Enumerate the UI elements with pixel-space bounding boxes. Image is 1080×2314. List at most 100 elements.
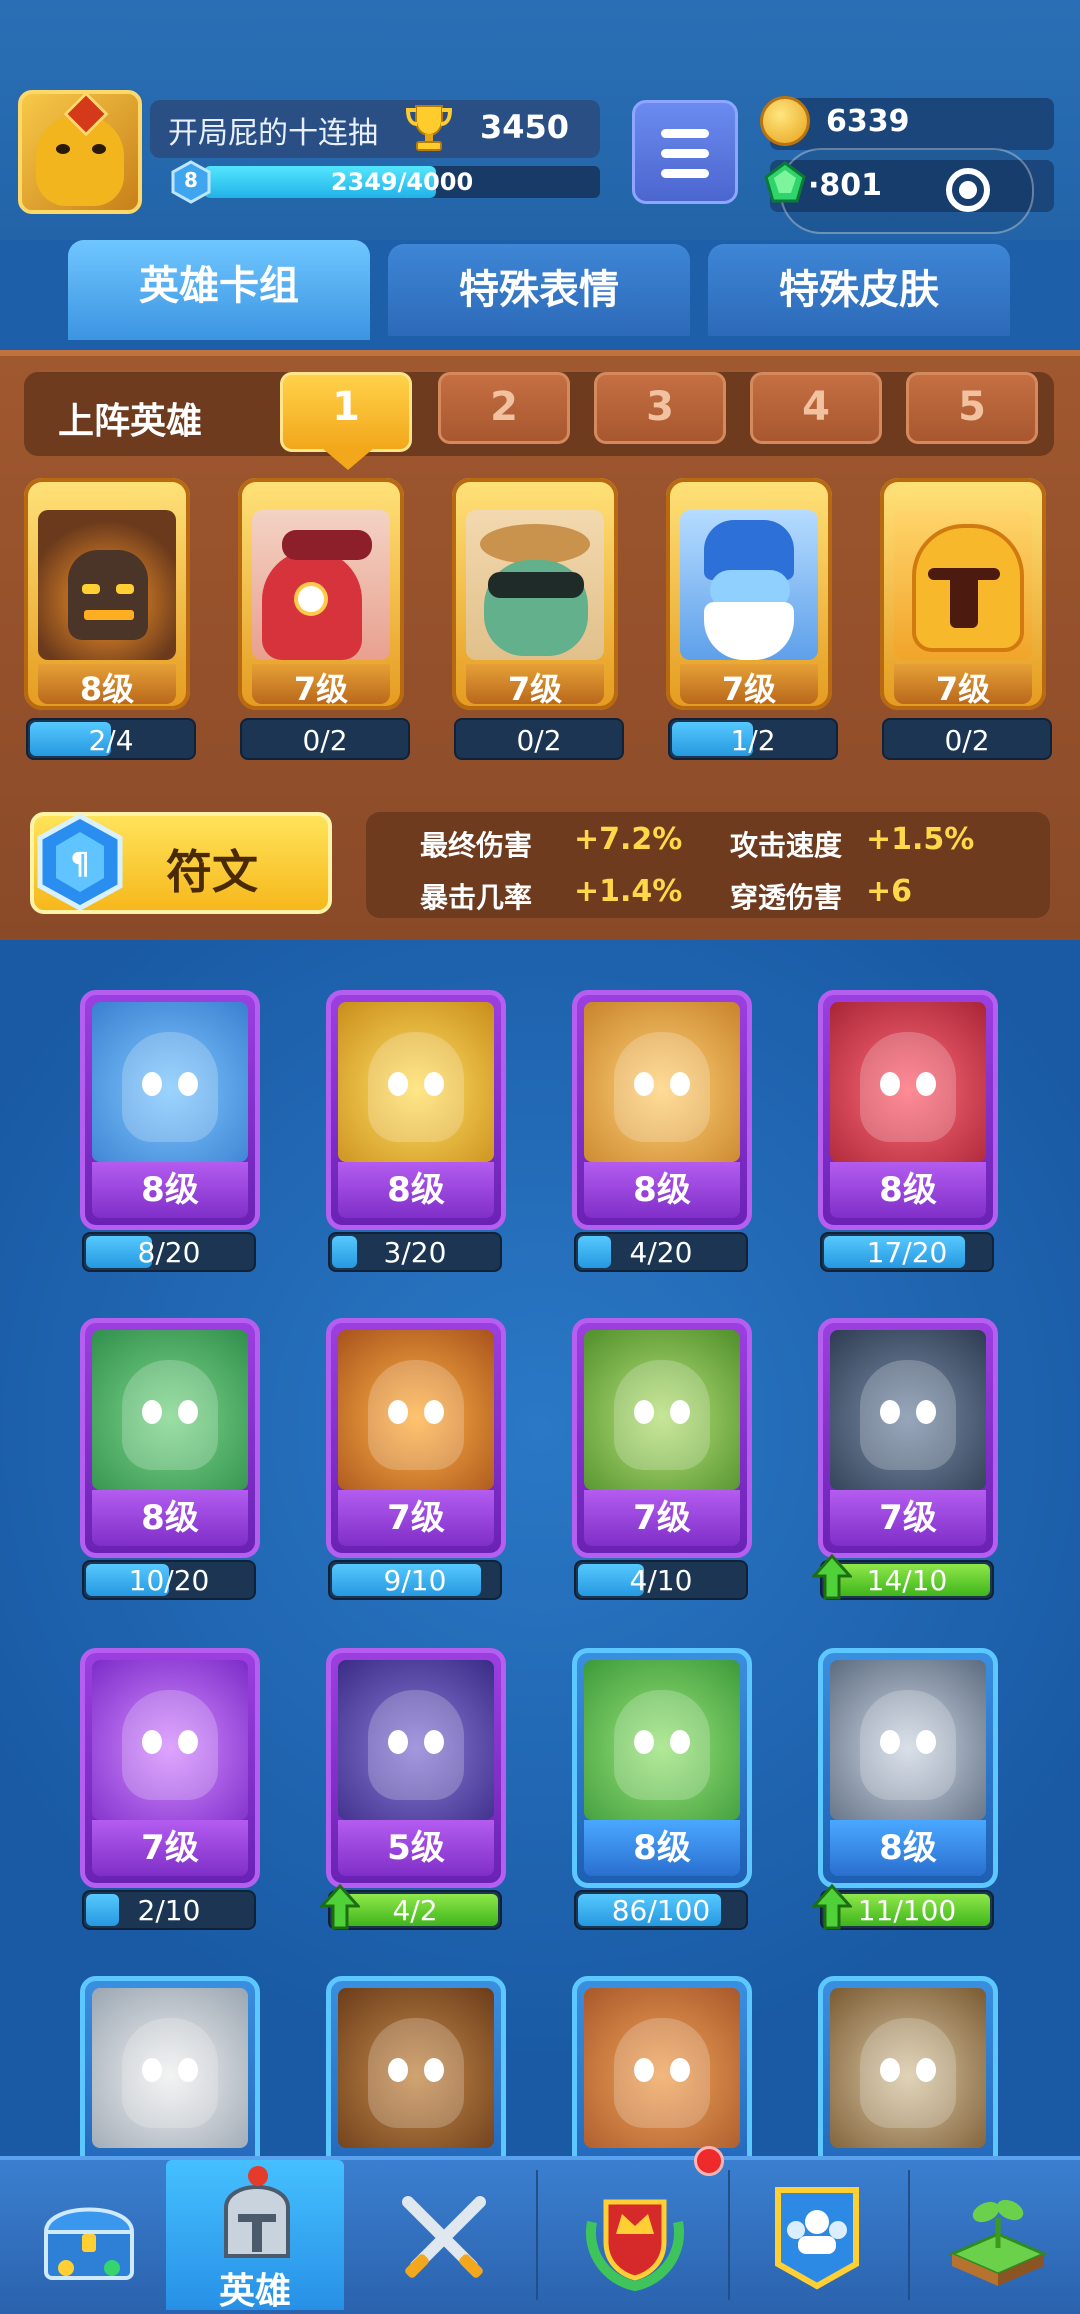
- menu-icon-line: [661, 129, 709, 138]
- lineup-progress-bar: 1/2: [668, 718, 838, 760]
- gem-amount: ·801: [808, 168, 883, 203]
- upgrade-arrow-icon: [812, 1884, 852, 1930]
- lineup-hero-card[interactable]: 7级: [660, 470, 838, 720]
- nav-shop[interactable]: [0, 2160, 178, 2310]
- stat-name: 攻击速度: [730, 829, 843, 862]
- masked-frog-portrait: [466, 510, 604, 660]
- hero-level: 7级: [680, 664, 818, 708]
- menu-button[interactable]: [632, 100, 738, 204]
- hero-level: 8级: [584, 1162, 740, 1218]
- hero-level: 8级: [338, 1162, 494, 1218]
- stat-value: +6: [866, 874, 913, 909]
- stat-value: +7.2%: [574, 822, 683, 857]
- hero-level: 7级: [584, 1490, 740, 1546]
- card-progress-text: 2/10: [137, 1894, 201, 1927]
- player-level: 8: [184, 168, 198, 192]
- card-progress-bar: 3/20: [328, 1232, 502, 1272]
- lineup-progress-text: 0/2: [302, 724, 348, 757]
- hero-card[interactable]: 5级: [326, 1648, 506, 1898]
- hero-level: 7级: [92, 1820, 248, 1876]
- notification-badge: [694, 2146, 724, 2176]
- robot-hero-portrait: [830, 1002, 986, 1162]
- hero-card[interactable]: 7级: [818, 1318, 998, 1568]
- rune-label: 符文: [166, 845, 258, 899]
- lineup-slot-1[interactable]: 1: [280, 372, 412, 452]
- card-progress-bar: 86/100: [574, 1890, 748, 1930]
- ranger-hero-portrait: [584, 1330, 740, 1490]
- stat-value: +1.4%: [574, 874, 683, 909]
- hero-level: 8级: [38, 664, 176, 708]
- tab-special-emotes[interactable]: 特殊表情: [388, 244, 690, 336]
- skull-mage-hero-portrait: [92, 1660, 248, 1820]
- lineup-hero-card[interactable]: 7级: [874, 470, 1052, 720]
- hero-level: 7级: [830, 1490, 986, 1546]
- card-progress-text: 4/20: [629, 1236, 693, 1269]
- lineup-slot-5[interactable]: 5: [906, 372, 1038, 444]
- card-progress-bar: 4/10: [574, 1560, 748, 1600]
- spartan-helmet-portrait: [894, 510, 1032, 660]
- hero-card[interactable]: 8级: [572, 990, 752, 1240]
- helmet-hero-portrait: [830, 1660, 986, 1820]
- card-progress-bar: 17/20: [820, 1232, 994, 1272]
- snake-charmer-hero-portrait: [92, 1330, 248, 1490]
- card-progress-text: 3/20: [383, 1236, 447, 1269]
- stat-value: +1.5%: [866, 822, 975, 857]
- trophy-count: 3450: [480, 108, 570, 146]
- lineup-hero-card[interactable]: 7级: [446, 470, 624, 720]
- lineup-slot-3[interactable]: 3: [594, 372, 726, 444]
- ice-king-portrait: [680, 510, 818, 660]
- nav-clan[interactable]: [728, 2160, 906, 2310]
- lineup-progress-bar: 0/2: [240, 718, 410, 760]
- coin-icon: [760, 96, 810, 146]
- lineup-hero-card[interactable]: 7级: [232, 470, 410, 720]
- svg-text:¶: ¶: [70, 847, 89, 882]
- card-progress-bar: 10/20: [82, 1560, 256, 1600]
- nav-heroes-label: 英雄: [218, 2271, 291, 2312]
- hero-level: 7级: [252, 664, 390, 708]
- bandit-hero-portrait: [830, 1330, 986, 1490]
- hero-card[interactable]: 7级: [326, 1318, 506, 1568]
- tab-special-skins[interactable]: 特殊皮肤: [708, 244, 1010, 336]
- lion-hero-portrait: [584, 1988, 740, 2148]
- hero-level: 8级: [92, 1162, 248, 1218]
- hero-card[interactable]: 7级: [80, 1648, 260, 1898]
- lineup-progress-bar: 2/4: [26, 718, 196, 760]
- hero-card[interactable]: 7级: [572, 1318, 752, 1568]
- hero-card[interactable]: 8级: [818, 990, 998, 1240]
- sign-holder-hero-portrait: [584, 1002, 740, 1162]
- tab-hero-deck[interactable]: 英雄卡组: [68, 240, 370, 340]
- hero-level: 8级: [92, 1490, 248, 1546]
- stat-name: 最终伤害: [420, 829, 533, 862]
- hero-level: 7级: [466, 664, 604, 708]
- card-progress-text: 4/10: [629, 1564, 693, 1597]
- card-progress-text: 9/10: [383, 1564, 447, 1597]
- hero-level: 8级: [830, 1162, 986, 1218]
- astronaut-hero-portrait: [338, 1002, 494, 1162]
- gangster-hero-portrait: [830, 1988, 986, 2148]
- hero-level: 8级: [830, 1820, 986, 1876]
- coin-amount: 6339: [826, 104, 910, 139]
- lineup-progress-text: 2/4: [88, 724, 134, 757]
- gem-icon: [764, 161, 806, 203]
- hero-card[interactable]: 8级: [818, 1648, 998, 1898]
- lineup-slot-4[interactable]: 4: [750, 372, 882, 444]
- stat-name: 穿透伤害: [730, 881, 843, 914]
- nav-garden[interactable]: [908, 2160, 1080, 2310]
- upgrade-arrow-icon: [812, 1554, 852, 1600]
- lineup-progress-text: 0/2: [944, 724, 990, 757]
- close-target-icon[interactable]: [946, 168, 990, 212]
- hero-card[interactable]: 8级: [572, 1648, 752, 1898]
- lineup-slot-2[interactable]: 2: [438, 372, 570, 444]
- lineup-hero-card[interactable]: 8级: [18, 470, 196, 720]
- hero-card[interactable]: 8级: [80, 1318, 260, 1568]
- nav-ranking[interactable]: [546, 2160, 724, 2310]
- nav-battle[interactable]: [356, 2160, 534, 2310]
- player-avatar[interactable]: [18, 90, 142, 214]
- hero-card[interactable]: 8级: [80, 990, 260, 1240]
- upgrade-arrow-icon: [320, 1884, 360, 1930]
- card-progress-text: 8/20: [137, 1236, 201, 1269]
- hero-card[interactable]: 8级: [326, 990, 506, 1240]
- fire-golem-hero-portrait: [338, 1330, 494, 1490]
- menu-icon-line: [661, 169, 709, 178]
- sprout-island-icon: [948, 2199, 1048, 2286]
